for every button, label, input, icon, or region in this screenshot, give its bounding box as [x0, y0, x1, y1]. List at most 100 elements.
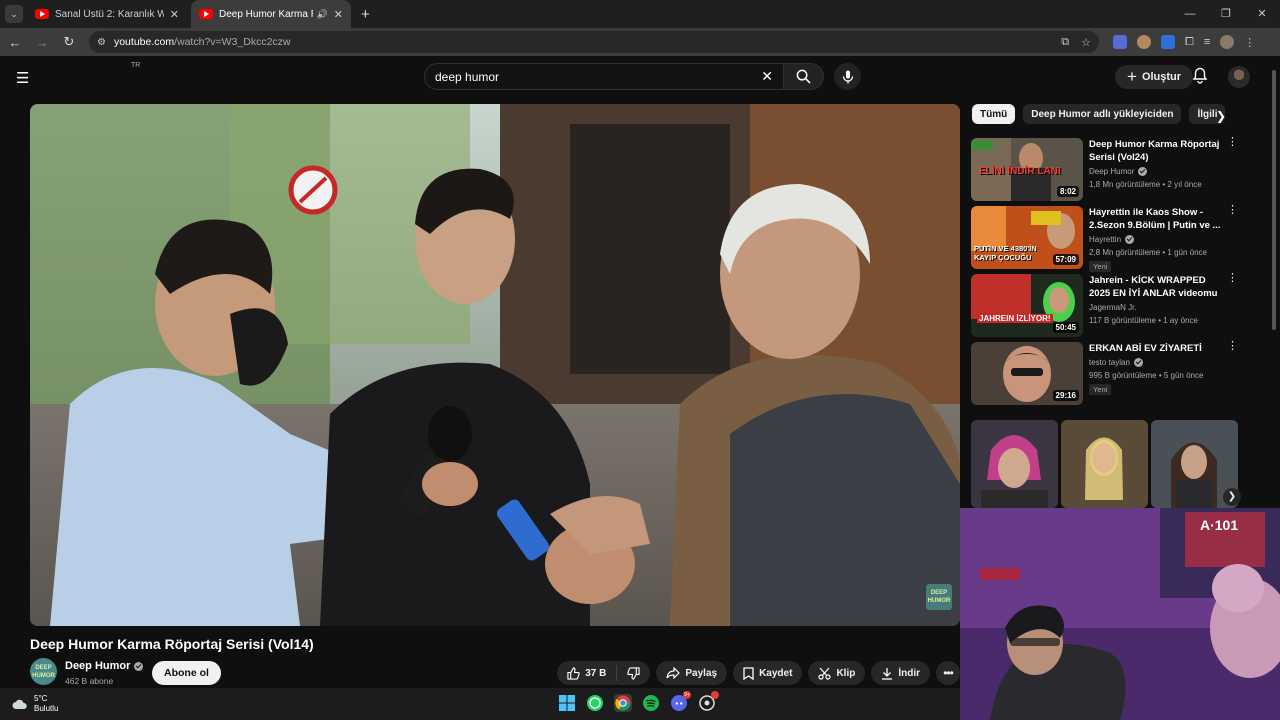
windows-start-icon[interactable]: [558, 694, 576, 712]
app-icon[interactable]: [698, 691, 719, 712]
bookmark-icon: [743, 666, 754, 680]
more-vert-icon[interactable]: ⋮: [1227, 341, 1238, 352]
share-button[interactable]: Paylaş: [656, 661, 728, 685]
minimize-icon[interactable]: —: [1172, 0, 1208, 28]
close-window-icon[interactable]: ✕: [1244, 0, 1280, 28]
channel-avatar[interactable]: DEEP HUMOR: [30, 658, 57, 685]
video-meta: 117 B görüntüleme • 1 ay önce: [1089, 316, 1198, 325]
menu-hamburger-icon[interactable]: ☰: [16, 69, 29, 87]
dislike-button[interactable]: [617, 666, 650, 680]
omnibox[interactable]: ⚙ youtube.com/watch?v=W3_Dkcc2czw ⧉ ☆: [89, 31, 1099, 53]
more-vert-icon[interactable]: ⋮: [1227, 273, 1238, 284]
install-app-icon[interactable]: ⧉: [1061, 36, 1069, 49]
clip-button[interactable]: Klip: [808, 661, 866, 685]
search-input[interactable]: deep humor ✕: [424, 63, 784, 90]
weather-widget[interactable]: 5°C Bulutlu: [12, 694, 58, 714]
close-tab-icon[interactable]: ✕: [170, 8, 179, 21]
tab-sanal-ustu[interactable]: Sanal Üstü 2: Karanlık Web | Film ✕: [27, 0, 187, 28]
spotify-icon[interactable]: [642, 694, 660, 712]
recommendation-item[interactable]: PUTİN VE 4380'İN KAYIP ÇOCUĞU 57:09 Hayr…: [971, 205, 1246, 274]
shelf-next-icon[interactable]: ❯: [1223, 488, 1241, 506]
video-thumbnail[interactable]: ELİNİ İNDİR LAN! 8:02: [971, 138, 1083, 201]
tab-deep-humor[interactable]: Deep Humor Karma Röportaj 🔊 ✕: [191, 0, 351, 28]
video-frame: [30, 104, 960, 626]
video-title[interactable]: Deep Humor Karma Röportaj Serisi (Vol24): [1089, 138, 1229, 164]
forward-icon[interactable]: →: [30, 35, 54, 50]
voice-search-button[interactable]: [834, 63, 861, 90]
bookmark-star-icon[interactable]: ☆: [1081, 36, 1091, 49]
video-title[interactable]: Hayrettin ile Kaos Show - 2.Sezon 9.Bölü…: [1089, 206, 1229, 232]
webcam-image: A·101: [960, 508, 1280, 720]
channel-name[interactable]: Hayrettin: [1089, 235, 1135, 244]
subscribe-button[interactable]: Abone ol: [152, 661, 221, 685]
extension-icon[interactable]: [1113, 35, 1127, 49]
chip-from-uploader[interactable]: Deep Humor adlı yükleyiciden: [1023, 104, 1182, 124]
scissors-icon: [818, 667, 832, 680]
temperature: 5°C: [34, 694, 48, 703]
cloud-icon: [12, 699, 27, 709]
url-host: youtube.com: [113, 36, 175, 48]
search-query: deep humor: [435, 69, 500, 84]
chip-all[interactable]: Tümü: [972, 104, 1016, 124]
back-icon[interactable]: ←: [3, 35, 27, 50]
video-title[interactable]: Jahrein - KİCK WRAPPED 2025 EN İYİ ANLAR…: [1089, 274, 1229, 300]
extension-icon[interactable]: [1161, 35, 1175, 49]
chrome-menu-icon[interactable]: ⋮: [1244, 36, 1255, 49]
media-controls-icon[interactable]: ≡: [1204, 36, 1210, 48]
video-thumbnail[interactable]: JAHREIN İZLİYOR! 50:45: [971, 274, 1083, 337]
extension-icon[interactable]: [1137, 35, 1151, 49]
download-label: İndir: [898, 667, 920, 679]
channel-name[interactable]: testo taylan: [1089, 358, 1143, 367]
discord-icon[interactable]: 9+: [670, 691, 691, 712]
video-meta: 995 B görüntüleme • 5 gün önce: [1089, 371, 1204, 380]
more-actions-icon[interactable]: •••: [936, 661, 960, 685]
more-vert-icon[interactable]: ⋮: [1227, 137, 1238, 148]
thumbnail-caption: JAHREIN İZLİYOR!: [977, 314, 1053, 323]
notifications-bell-icon[interactable]: [1192, 67, 1208, 89]
tab-search-icon[interactable]: ⌄: [5, 5, 23, 23]
youtube-header: ☰ TR deep humor ✕ + Oluştur: [0, 56, 1280, 98]
youtube-logo[interactable]: TR: [56, 62, 140, 87]
chrome-icon[interactable]: [614, 694, 632, 712]
search-button[interactable]: [784, 63, 824, 90]
channel-name[interactable]: Deep Humor: [1089, 167, 1148, 176]
channel-name[interactable]: Deep Humor: [65, 660, 144, 672]
more-vert-icon[interactable]: ⋮: [1227, 205, 1238, 216]
discord-notification-badge: 9+: [683, 691, 691, 699]
video-title[interactable]: ERKAN ABİ EV ZİYARETİ: [1089, 342, 1229, 355]
user-avatar[interactable]: [1228, 66, 1250, 88]
profile-avatar[interactable]: [1220, 35, 1235, 49]
puzzle-extensions-icon[interactable]: ⧠: [1185, 36, 1194, 49]
video-player[interactable]: DEEP HUMOR: [30, 104, 960, 626]
recommendation-item[interactable]: JAHREIN İZLİYOR! 50:45 Jahrein - KİCK WR…: [971, 273, 1246, 342]
shelf-card[interactable]: [1061, 420, 1148, 508]
video-thumbnail[interactable]: 29:16: [971, 342, 1083, 405]
url-path: /watch?v=W3_Dkcc2czw: [174, 36, 291, 48]
channel-name[interactable]: JagermaN Jr.: [1089, 303, 1137, 312]
restore-icon[interactable]: ❐: [1208, 0, 1244, 28]
whatsapp-icon[interactable]: [586, 694, 604, 712]
like-button[interactable]: 37 B: [557, 665, 618, 681]
thumbnail-caption: ELİNİ İNDİR LAN!: [979, 166, 1062, 177]
recommendation-item[interactable]: ELİNİ İNDİR LAN! 8:02 Deep Humor Karma R…: [971, 137, 1246, 206]
scrollbar-thumb[interactable]: [1272, 70, 1276, 330]
speaker-icon[interactable]: 🔊: [317, 9, 328, 20]
video-thumbnail[interactable]: PUTİN VE 4380'İN KAYIP ÇOCUĞU 57:09: [971, 206, 1083, 269]
save-button[interactable]: Kaydet: [733, 661, 803, 685]
clear-search-icon[interactable]: ✕: [761, 68, 773, 85]
page-scrollbar[interactable]: [1271, 60, 1277, 500]
video-meta: 2,8 Mn görüntüleme • 1 gün önce: [1089, 248, 1207, 257]
download-button[interactable]: İndir: [871, 661, 930, 685]
shelf-thumbnail: [1061, 420, 1148, 508]
new-tab-icon[interactable]: +: [361, 6, 370, 23]
site-info-icon[interactable]: ⚙: [97, 37, 106, 48]
channel-watermark[interactable]: DEEP HUMOR: [926, 584, 952, 610]
shelf-card[interactable]: [971, 420, 1058, 508]
recommendation-item[interactable]: 29:16 ERKAN ABİ EV ZİYARETİ testo taylan…: [971, 341, 1246, 410]
reload-icon[interactable]: ↻: [57, 34, 81, 50]
close-tab-icon[interactable]: ✕: [334, 8, 343, 21]
chevron-right-icon[interactable]: ❯: [1216, 109, 1226, 123]
create-button[interactable]: + Oluştur: [1115, 65, 1194, 89]
shelf-thumbnail: [971, 420, 1058, 508]
new-badge: Yeni: [1089, 261, 1112, 272]
